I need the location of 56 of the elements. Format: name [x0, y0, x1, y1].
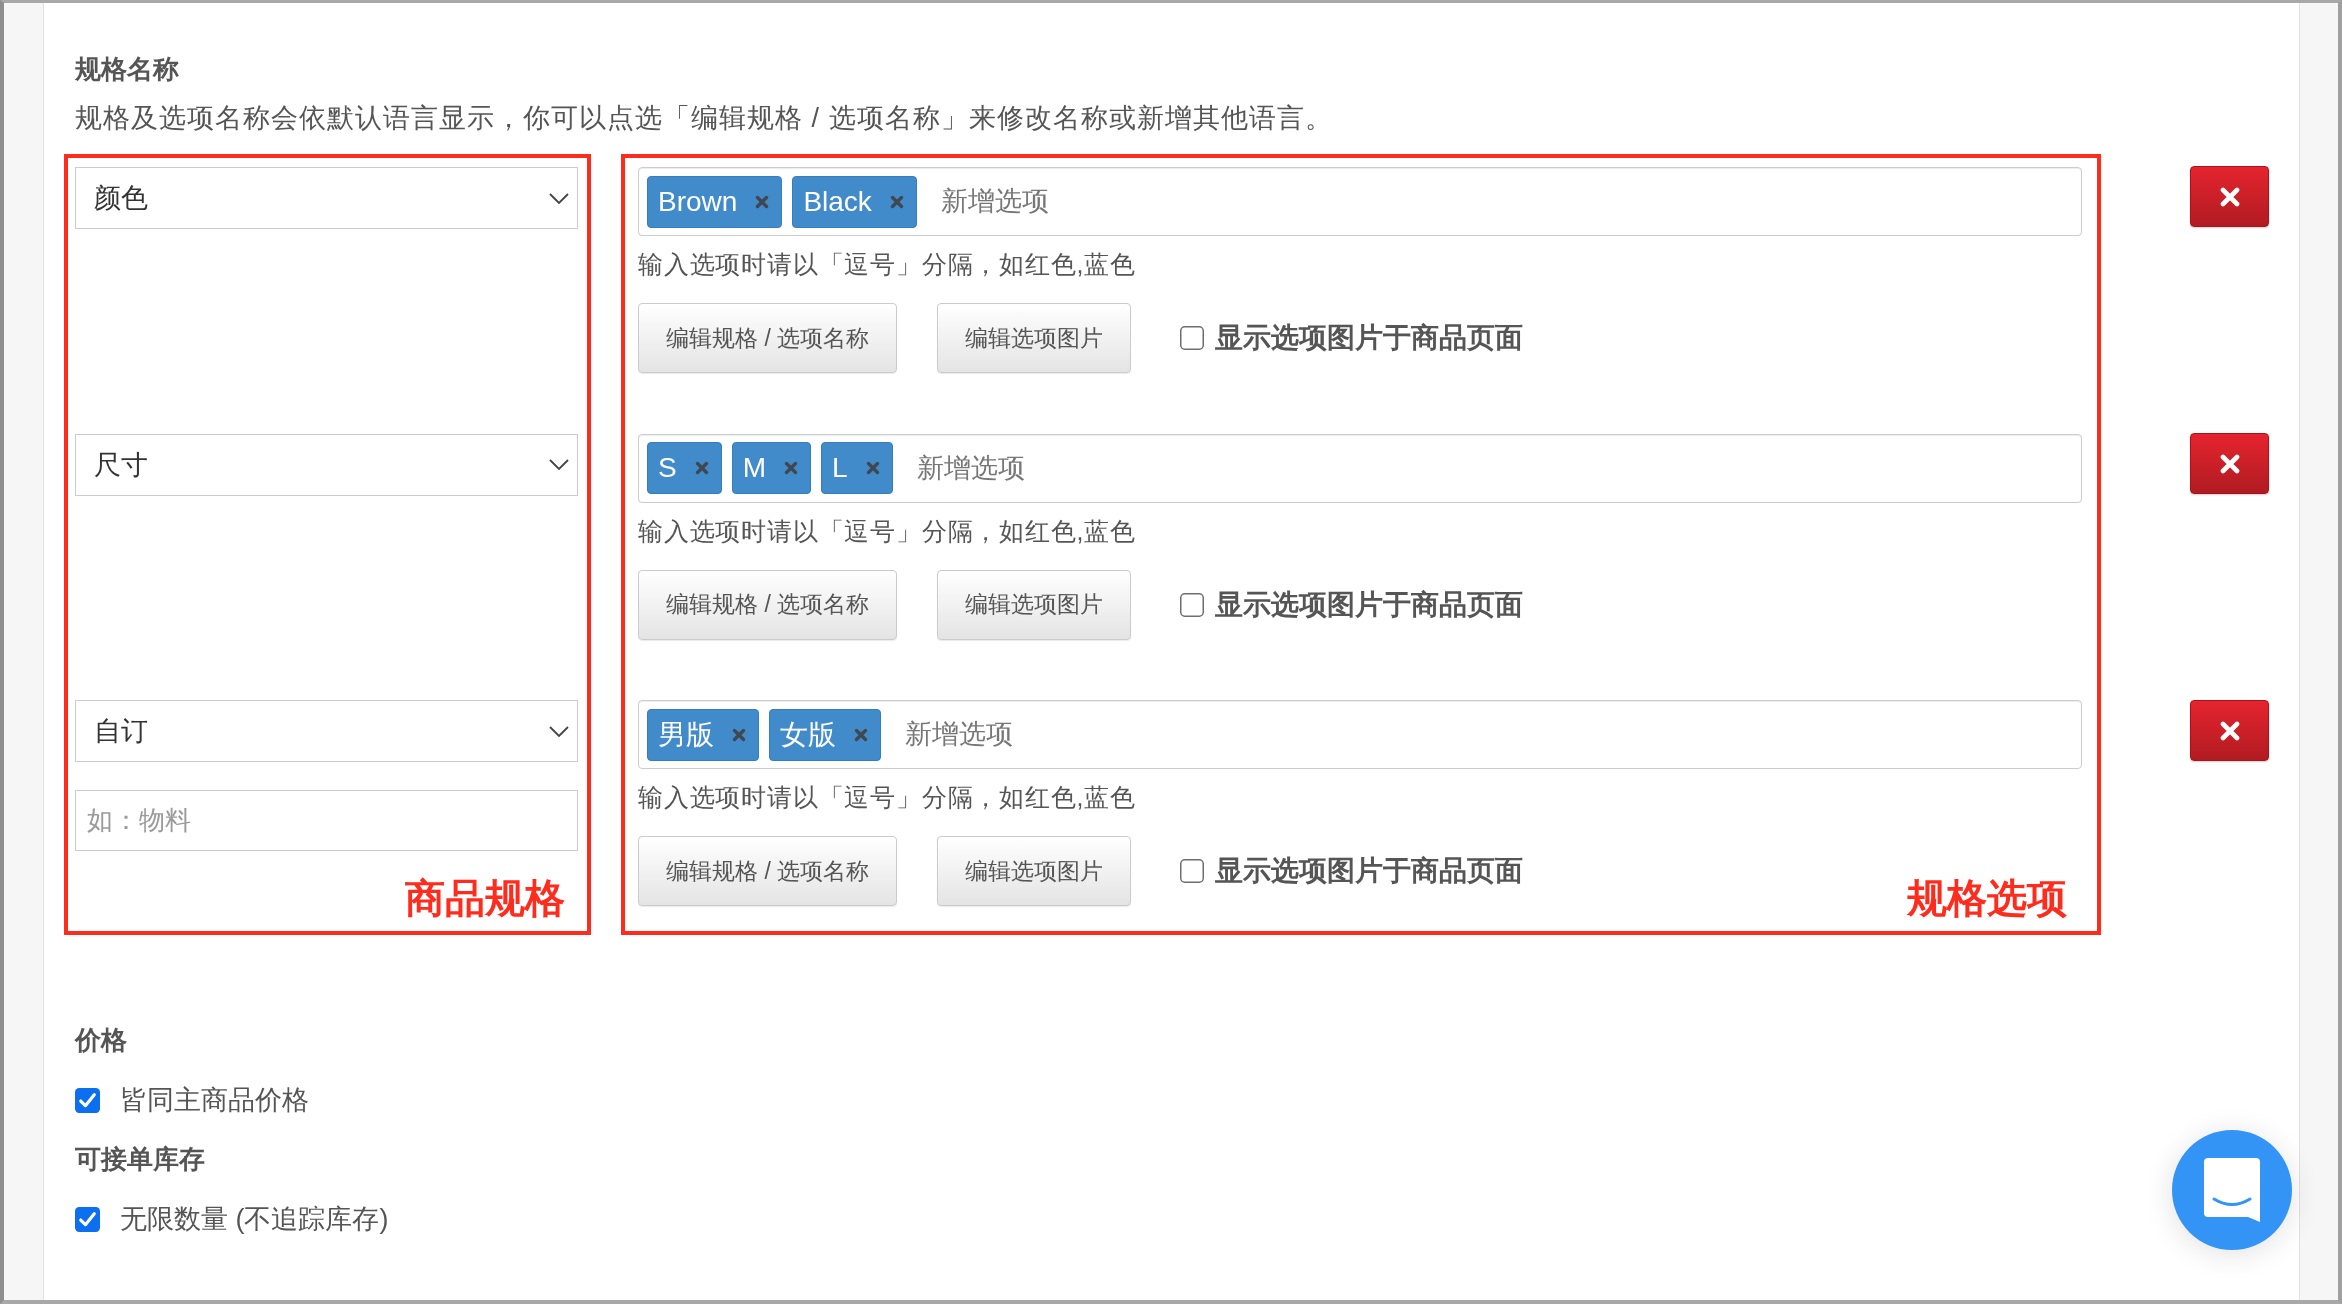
option-tag[interactable]: L — [821, 442, 893, 494]
close-icon[interactable] — [784, 461, 798, 475]
close-icon[interactable] — [889, 194, 904, 209]
section-title: 可接单库存 — [75, 1143, 206, 1176]
annotation-label: 规格选项 — [1907, 878, 2067, 918]
edit-images-button[interactable]: 编辑选项图片 — [937, 569, 1132, 640]
chevron-down-icon — [549, 459, 569, 470]
spec-select[interactable]: 颜色 — [75, 167, 578, 229]
checkbox-label[interactable]: 皆同主商品价格 — [120, 1082, 309, 1118]
edit-images-button[interactable]: 编辑选项图片 — [937, 303, 1132, 373]
spec-select[interactable]: 尺寸 — [75, 433, 578, 496]
tag-input-field[interactable]: 男版 女版 新增选项 — [638, 700, 2082, 769]
section-title: 价格 — [75, 1024, 128, 1057]
checkbox[interactable] — [75, 1087, 100, 1113]
close-icon[interactable] — [865, 461, 880, 475]
close-icon — [2219, 720, 2240, 741]
checkbox[interactable] — [1180, 592, 1205, 617]
annotation-label: 商品规格 — [405, 878, 565, 918]
checkbox-label[interactable]: 显示选项图片于商品页面 — [1215, 319, 1524, 357]
close-icon[interactable] — [854, 727, 868, 742]
section-description: 规格及选项名称会依默认语言显示，你可以点选「编辑规格 / 选项名称」来修改名称或新增其他语言。 — [75, 102, 1334, 135]
edit-names-button[interactable]: 编辑规格 / 选项名称 — [638, 303, 898, 373]
spec-select[interactable]: 自订 — [75, 700, 578, 762]
checkbox[interactable] — [1180, 859, 1205, 883]
close-icon — [2219, 186, 2240, 207]
custom-name-field[interactable]: 如：物料 — [75, 790, 578, 851]
tag-input-field[interactable]: Brown Black 新增选项 — [638, 167, 2082, 236]
checkbox-label[interactable]: 显示选项图片于商品页面 — [1215, 852, 1524, 890]
close-icon[interactable] — [755, 194, 770, 209]
hint-text: 输入选项时请以「逗号」分隔，如红色,蓝色 — [638, 782, 1137, 813]
hint-text: 输入选项时请以「逗号」分隔，如红色,蓝色 — [638, 249, 1137, 280]
delete-button[interactable] — [2190, 700, 2269, 761]
hint-text: 输入选项时请以「逗号」分隔，如红色,蓝色 — [638, 515, 1137, 547]
option-tag[interactable]: 女版 — [769, 708, 881, 761]
option-tag[interactable]: S — [647, 442, 722, 494]
delete-button[interactable] — [2190, 433, 2269, 494]
edit-names-button[interactable]: 编辑规格 / 选项名称 — [638, 569, 898, 640]
close-icon — [2219, 453, 2240, 474]
tag-input-field[interactable]: S M L 新增选项 — [638, 433, 2082, 503]
close-icon[interactable] — [694, 461, 709, 475]
section-title: 规格名称 — [75, 53, 180, 86]
chevron-down-icon — [549, 192, 569, 204]
close-icon[interactable] — [732, 727, 746, 742]
checkbox-label[interactable]: 显示选项图片于商品页面 — [1215, 585, 1524, 624]
checkbox[interactable] — [1180, 326, 1205, 350]
edit-images-button[interactable]: 编辑选项图片 — [937, 836, 1132, 906]
chat-icon — [2204, 1158, 2260, 1222]
checkbox-label[interactable]: 无限数量 (不追踪库存) — [120, 1201, 389, 1237]
option-tag[interactable]: Black — [792, 175, 917, 228]
option-tag[interactable]: 男版 — [647, 708, 759, 761]
chevron-down-icon — [549, 725, 569, 737]
delete-button[interactable] — [2190, 166, 2269, 227]
edit-names-button[interactable]: 编辑规格 / 选项名称 — [638, 836, 898, 906]
checkbox[interactable] — [75, 1206, 100, 1232]
option-tag[interactable]: Brown — [647, 175, 783, 228]
option-tag[interactable]: M — [731, 442, 811, 494]
